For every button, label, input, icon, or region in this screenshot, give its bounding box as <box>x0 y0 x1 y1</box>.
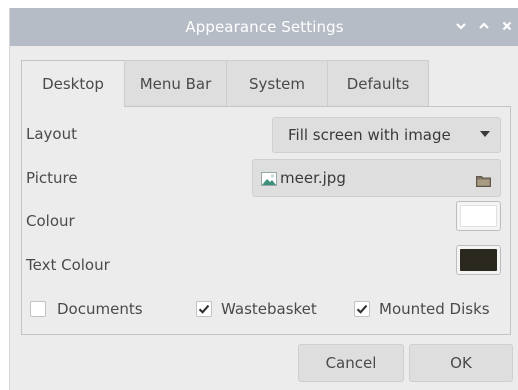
close-icon[interactable] <box>499 18 515 34</box>
appearance-settings-window: Appearance Settings Desktop Menu Bar Sys… <box>9 8 518 390</box>
layout-dropdown[interactable]: Fill screen with image <box>272 117 501 153</box>
mounted-disks-checkbox[interactable] <box>354 301 370 317</box>
colour-picker-button[interactable] <box>456 201 501 231</box>
text-colour-picker-button[interactable] <box>456 245 501 275</box>
cancel-button[interactable]: Cancel <box>298 344 404 382</box>
picture-file-name: meer.jpg <box>280 169 346 187</box>
folder-icon <box>476 172 491 191</box>
tab-system[interactable]: System <box>226 60 328 107</box>
ok-button[interactable]: OK <box>409 344 513 382</box>
colour-label: Colour <box>26 212 75 230</box>
dropdown-arrow-icon <box>480 131 490 137</box>
chevron-down-icon[interactable] <box>453 18 469 34</box>
window-title: Appearance Settings <box>185 18 344 36</box>
checkmark-icon <box>356 304 368 314</box>
picture-label: Picture <box>26 169 78 187</box>
title-bar[interactable]: Appearance Settings <box>10 8 518 46</box>
wastebasket-checkbox[interactable] <box>196 301 212 317</box>
checkmark-icon <box>198 304 210 314</box>
image-file-icon <box>261 171 277 190</box>
documents-label: Documents <box>57 300 143 318</box>
layout-label: Layout <box>26 125 77 143</box>
mounted-disks-label: Mounted Disks <box>379 300 490 318</box>
layout-dropdown-value: Fill screen with image <box>288 126 451 144</box>
colour-swatch <box>460 205 497 227</box>
tab-defaults[interactable]: Defaults <box>327 60 429 107</box>
chevron-up-icon[interactable] <box>476 18 492 34</box>
tab-desktop[interactable]: Desktop <box>21 60 125 107</box>
wastebasket-label: Wastebasket <box>221 300 317 318</box>
picture-file-chooser[interactable]: meer.jpg <box>252 159 501 197</box>
text-colour-label: Text Colour <box>26 256 110 274</box>
text-colour-swatch <box>460 249 497 271</box>
documents-checkbox[interactable] <box>30 301 46 317</box>
tab-menu-bar[interactable]: Menu Bar <box>124 60 227 107</box>
